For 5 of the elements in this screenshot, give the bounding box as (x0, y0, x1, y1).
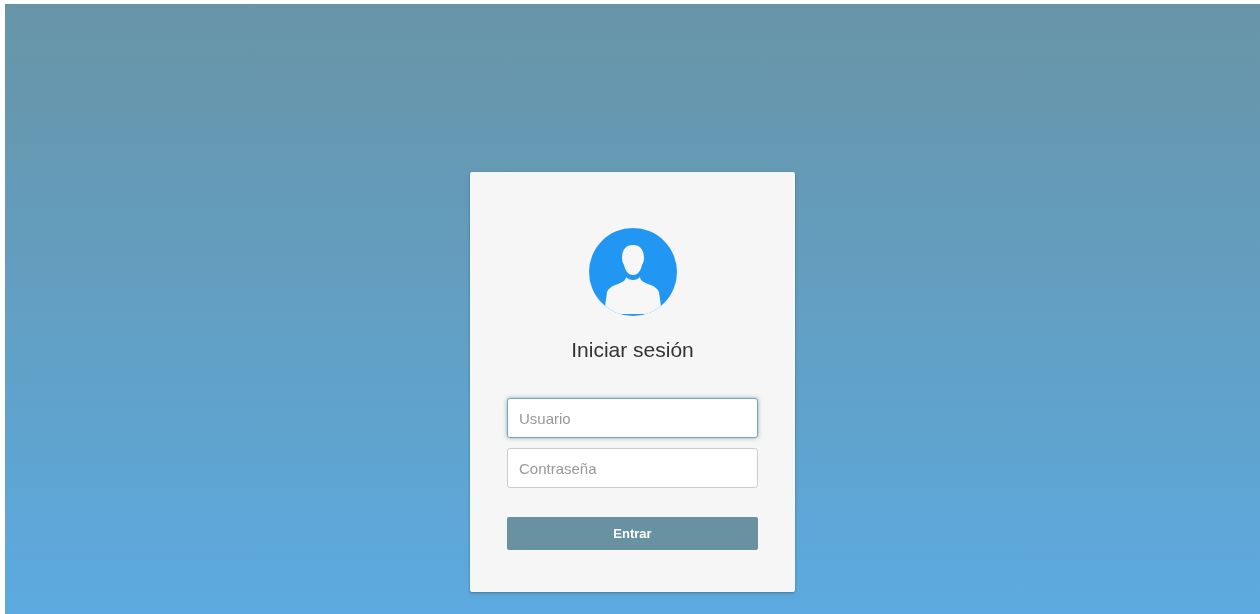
submit-button[interactable]: Entrar (507, 517, 758, 550)
user-avatar-icon (587, 227, 678, 317)
input-field[interactable]: Usuario (507, 398, 758, 438)
login-title: Iniciar sesión (571, 337, 694, 363)
input-field[interactable]: Contraseña (507, 448, 758, 488)
